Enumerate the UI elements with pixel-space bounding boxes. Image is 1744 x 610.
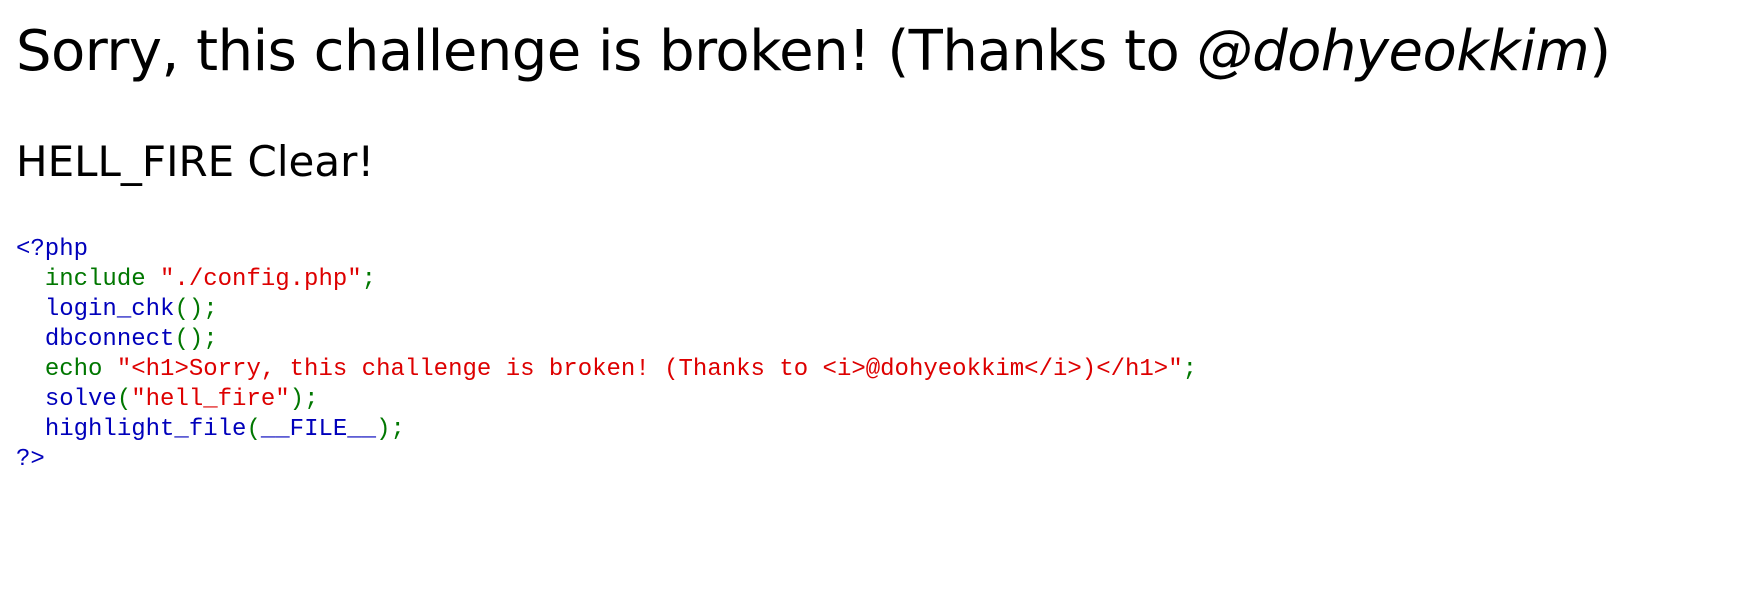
page-title: Sorry, this challenge is broken! (Thanks… <box>16 12 1611 92</box>
php-close-tag: ?> <box>16 446 45 473</box>
code-line-include: include "./config.php"; <box>16 265 1197 295</box>
highlight-open-paren: ( <box>246 416 261 443</box>
login-parens: () <box>174 296 204 323</box>
php-open-tag: <?php <box>16 236 89 263</box>
clear-message: HELL_FIRE Clear! <box>16 137 375 186</box>
code-line-close-tag: ?> <box>16 445 1197 475</box>
code-line-login: login_chk(); <box>16 295 1197 325</box>
title-handle: @dohyeokkim <box>1196 19 1590 84</box>
highlight-close: ); <box>376 416 405 443</box>
echo-semicolon: ; <box>1182 356 1198 383</box>
solve-close: ); <box>289 386 319 413</box>
login-semicolon: ; <box>203 296 218 323</box>
solve-argument: "hell_fire" <box>131 386 290 413</box>
include-keyword: include <box>44 266 161 293</box>
code-line-highlight: highlight_file(__FILE__); <box>16 415 1197 445</box>
title-text: Sorry, this challenge is broken! (Thanks… <box>16 19 1197 84</box>
highlight-function: highlight_file <box>44 416 247 443</box>
dbconnect-function: dbconnect <box>44 326 175 353</box>
solve-open-paren: ( <box>116 386 132 413</box>
highlight-argument: __FILE__ <box>260 416 377 443</box>
code-line-solve: solve("hell_fire"); <box>16 385 1197 415</box>
include-path: "./config.php" <box>160 266 362 293</box>
php-source-code: <?php include "./config.php"; login_chk(… <box>16 235 1197 475</box>
echo-keyword: echo <box>44 356 117 383</box>
include-semicolon: ; <box>361 266 377 293</box>
echo-string: "<h1>Sorry, this challenge is broken! (T… <box>116 356 1183 383</box>
dbconnect-parens: () <box>174 326 204 353</box>
code-line-dbconnect: dbconnect(); <box>16 325 1197 355</box>
code-line-echo: echo "<h1>Sorry, this challenge is broke… <box>16 355 1197 385</box>
solve-function: solve <box>44 386 117 413</box>
code-line-open-tag: <?php <box>16 235 1197 265</box>
title-suffix: ) <box>1589 19 1611 84</box>
login-function: login_chk <box>44 296 175 323</box>
dbconnect-semicolon: ; <box>203 326 218 353</box>
